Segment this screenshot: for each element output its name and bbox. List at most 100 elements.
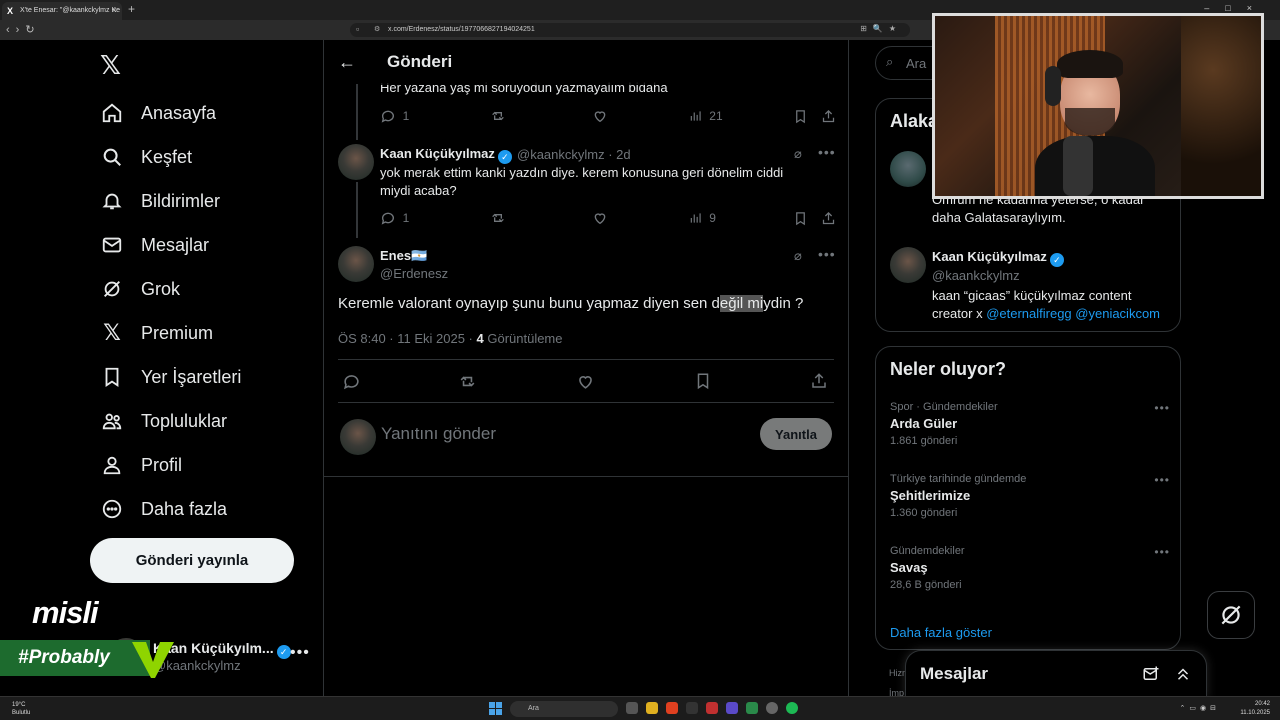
reply-icon[interactable]	[342, 372, 361, 396]
avatar[interactable]	[890, 151, 926, 187]
trend-item[interactable]: Spor · Gündemdekiler Arda Güler 1.861 gö…	[890, 401, 1170, 447]
repost-action[interactable]	[490, 209, 593, 227]
avatar[interactable]	[890, 247, 926, 283]
avatar[interactable]	[338, 246, 374, 282]
mention-link[interactable]: @eternalfiregg	[986, 306, 1071, 321]
reply-action[interactable]: 1	[380, 107, 490, 125]
mention-link[interactable]: @yeniacikcom	[1075, 306, 1160, 321]
address-bar-icons[interactable]: ⊞🔍★	[860, 24, 902, 33]
avatar[interactable]	[338, 144, 374, 180]
site-info-icon[interactable]: ⚙	[374, 25, 380, 33]
like-action[interactable]	[592, 209, 689, 227]
grok-floating-button[interactable]	[1207, 591, 1255, 639]
show-more-link[interactable]: Daha fazla göster	[890, 625, 992, 640]
person-name[interactable]: Kaan Küçükyılmaz ✓	[932, 249, 1064, 267]
bookmark-icon[interactable]	[694, 372, 712, 395]
spotify-icon[interactable]	[786, 702, 798, 714]
mail-icon	[100, 233, 124, 257]
more-dots-icon[interactable]: •••	[818, 246, 836, 262]
like-action[interactable]	[592, 107, 689, 125]
taskbar-search[interactable]: Ara	[510, 701, 618, 717]
sidebar-item-explore[interactable]: Keşfet	[100, 135, 192, 179]
grok-icon[interactable]: ⌀	[794, 248, 802, 264]
bookmark-action[interactable]	[793, 107, 821, 125]
sidebar-item-messages[interactable]: Mesajlar	[100, 223, 209, 267]
person-handle[interactable]: @kaankckylmz	[932, 268, 1020, 283]
x-favicon-icon: X	[7, 6, 14, 16]
more-dots-icon[interactable]: •••	[1154, 401, 1170, 415]
sidebar-item-premium[interactable]: 𝕏 Premium	[100, 311, 213, 355]
app-icon[interactable]	[746, 702, 758, 714]
app-icon[interactable]	[686, 702, 698, 714]
trend-item[interactable]: Gündemdekiler Savaş 28,6 B gönderi •••	[890, 545, 1170, 591]
app-icon[interactable]	[766, 702, 778, 714]
url-field[interactable]: ▫ ⚙ x.com/Erdenesz/status/19770668271940…	[350, 23, 910, 37]
window-controls[interactable]: –□×	[1204, 3, 1268, 13]
bookmark-icon	[796, 211, 805, 225]
sidebar-item-more[interactable]: Daha fazla	[100, 487, 227, 531]
trend-item[interactable]: Türkiye tarihinde gündemde Şehitlerimize…	[890, 473, 1170, 519]
nav-buttons[interactable]: ‹›↻	[6, 23, 41, 36]
repost-icon[interactable]	[458, 372, 477, 396]
more-dots-icon[interactable]: •••	[290, 644, 310, 662]
share-action[interactable]	[821, 107, 836, 125]
verified-badge-icon: ✓	[497, 150, 512, 164]
more-dots-icon[interactable]: •••	[818, 144, 836, 160]
sidebar-item-grok[interactable]: Grok	[100, 267, 180, 311]
share-icon[interactable]	[810, 372, 828, 395]
reply-button[interactable]: Yanıtla	[760, 418, 832, 450]
repost-action[interactable]	[490, 107, 593, 125]
reply-author-name[interactable]: Kaan Küçükyılmaz ✓	[380, 146, 512, 164]
app-icon[interactable]	[706, 702, 718, 714]
views-action[interactable]: 9	[689, 209, 794, 227]
bookmark-action[interactable]	[793, 209, 821, 227]
reply-action[interactable]: 1	[380, 209, 490, 227]
views-action[interactable]: 21	[689, 107, 794, 125]
more-circle-icon	[100, 497, 124, 521]
more-dots-icon[interactable]: •••	[1154, 545, 1170, 559]
task-view-icon[interactable]	[626, 702, 638, 714]
post-author-handle[interactable]: @Erdenesz	[380, 266, 448, 281]
webcam-overlay	[932, 13, 1264, 199]
sidebar-item-bookmarks[interactable]: Yer İşaretleri	[100, 355, 241, 399]
start-button-icon[interactable]	[489, 702, 502, 715]
back-arrow-icon[interactable]: ←	[338, 52, 356, 73]
sponsor-logo: misli	[32, 595, 99, 630]
grok-icon[interactable]: ⌀	[794, 146, 802, 162]
bookmark-icon	[100, 365, 124, 389]
verified-badge-icon: ✓	[276, 645, 291, 659]
thread-line	[356, 182, 358, 238]
file-explorer-icon[interactable]	[646, 702, 658, 714]
sidebar-item-home[interactable]: Anasayfa	[100, 91, 216, 135]
brave-icon[interactable]	[666, 702, 678, 714]
sidebar-item-profile[interactable]: Profil	[100, 443, 182, 487]
reply-input[interactable]: Yanıtını gönder	[381, 424, 496, 444]
main-column: Her yazana yaş mi soruyodun yazmayalım b…	[324, 40, 848, 696]
microphone	[1063, 136, 1093, 196]
reply-author-handle[interactable]: @kaankckylmz · 2d	[517, 147, 631, 162]
post-author-name[interactable]: Enes🇦🇷	[380, 248, 427, 264]
new-tab-icon[interactable]: +	[128, 2, 135, 16]
clock[interactable]: 20:42 11.10.2025	[1240, 700, 1270, 718]
new-message-icon[interactable]	[1142, 665, 1160, 687]
search-icon	[100, 145, 124, 169]
messages-drawer[interactable]: Mesajlar	[905, 650, 1207, 698]
system-tray-icons[interactable]: ⌃▭◉⊟	[1180, 704, 1220, 712]
weather-widget[interactable]: 19°C Bulutlu	[12, 701, 30, 717]
post-button[interactable]: Gönderi yayınla	[90, 538, 294, 583]
share-action[interactable]	[821, 209, 836, 227]
home-icon	[100, 101, 124, 125]
discord-icon[interactable]	[726, 702, 738, 714]
more-dots-icon[interactable]: •••	[1154, 473, 1170, 487]
x-logo-icon[interactable]: 𝕏	[100, 52, 126, 78]
post-timestamp[interactable]: ÖS 8:40 · 11 Eki 2025 ·	[338, 331, 477, 346]
browser-tab[interactable]: X X'te Enesar: "@kaankckylmz Ke ×	[2, 2, 122, 20]
sponsor-v-logo-icon	[132, 642, 174, 678]
close-tab-icon[interactable]: ×	[112, 5, 117, 15]
chevron-up-icon[interactable]	[1174, 665, 1192, 687]
sidebar-item-communities[interactable]: Topluluklar	[100, 399, 227, 443]
bookmark-page-icon[interactable]: ▫	[356, 24, 359, 34]
sidebar-item-notifications[interactable]: Bildirimler	[100, 179, 220, 223]
sponsor-hashtag: #Probably	[0, 640, 150, 676]
heart-icon[interactable]	[576, 372, 595, 396]
